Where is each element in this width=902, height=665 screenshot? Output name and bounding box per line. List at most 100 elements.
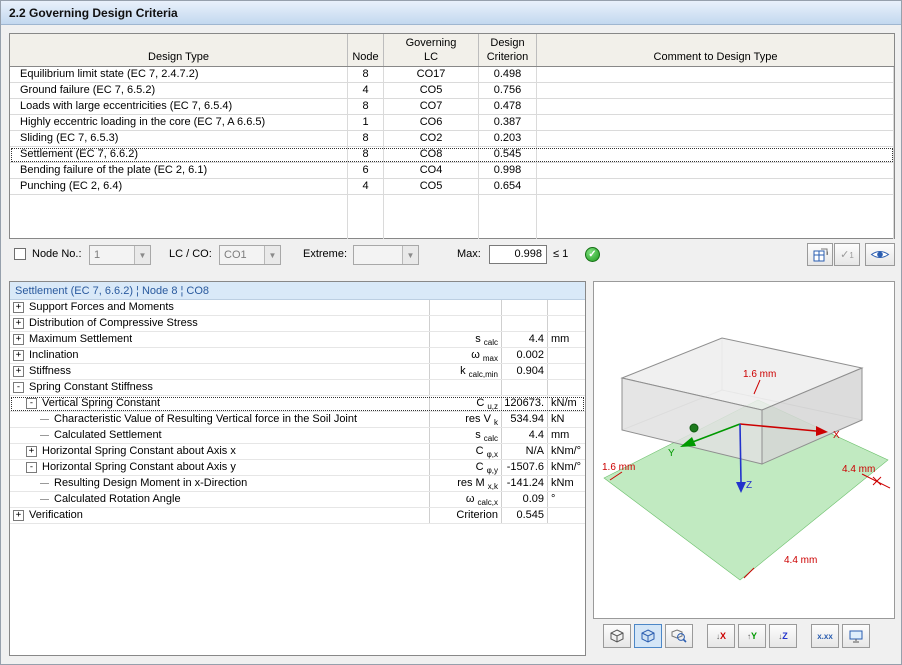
extreme-label: Extreme: <box>303 241 347 268</box>
node-cell: 8 <box>348 147 384 162</box>
expand-icon[interactable]: + <box>13 318 24 329</box>
chevron-down-icon: ▼ <box>264 246 280 264</box>
expand-icon[interactable]: + <box>13 510 24 521</box>
value-cell: 4.4 <box>502 428 548 443</box>
table-row-selected[interactable]: Settlement (EC 7, 6.6.2) 8 CO8 0.545 <box>10 147 894 163</box>
tree-row[interactable]: Calculated Rotation Angle ω calc,x 0.09 … <box>10 492 585 508</box>
tree-label: Spring Constant Stiffness <box>29 380 153 395</box>
tree-row-selected[interactable]: -Vertical Spring Constant C u,z 120673. … <box>10 396 585 412</box>
table-row[interactable]: Bending failure of the plate (EC 2, 6.1)… <box>10 163 894 179</box>
tree-label: Inclination <box>29 348 79 363</box>
dim-top-label: 1.6 mm <box>743 369 776 380</box>
max-value-field[interactable]: 0.998 <box>489 245 547 264</box>
comment-cell <box>537 163 894 178</box>
tree-row[interactable]: Resulting Design Moment in x-Direction r… <box>10 476 585 492</box>
tree-row[interactable]: + Distribution of Compressive Stress <box>10 316 585 332</box>
node-no-checkbox[interactable] <box>14 248 26 260</box>
table-row[interactable]: Punching (EC 2, 6.4) 4 CO5 0.654 <box>10 179 894 195</box>
table-row[interactable]: Ground failure (EC 7, 6.5.2) 4 CO5 0.756 <box>10 83 894 99</box>
value-cell <box>502 380 548 395</box>
comment-cell <box>537 131 894 146</box>
node-cell: 4 <box>348 179 384 194</box>
lc-cell: CO7 <box>384 99 479 114</box>
node-no-select[interactable]: 1 ▼ <box>89 245 151 265</box>
tree-row[interactable]: +Inclination ω max 0.002 <box>10 348 585 364</box>
view-mode-button[interactable] <box>865 243 895 266</box>
lc-cell: CO5 <box>384 83 479 98</box>
header-design-type: Design Type <box>10 34 348 66</box>
design-type-cell: Punching (EC 2, 6.4) <box>10 179 348 194</box>
table-row[interactable]: Sliding (EC 7, 6.5.3) 8 CO2 0.203 <box>10 131 894 147</box>
tree-row[interactable]: +Stiffness k calc,min 0.904 <box>10 364 585 380</box>
comment-cell <box>537 67 894 82</box>
lc-co-label: LC / CO: <box>169 241 212 268</box>
expand-icon[interactable]: + <box>13 366 24 377</box>
criterion-cell: 0.756 <box>479 83 537 98</box>
collapse-icon[interactable]: - <box>13 382 24 393</box>
full-screen-button[interactable] <box>842 624 870 648</box>
tree-row[interactable]: -Spring Constant Stiffness <box>10 380 585 396</box>
node-cell: 8 <box>348 131 384 146</box>
expand-icon[interactable]: + <box>13 302 24 313</box>
find-extreme-button[interactable]: ✓1 <box>834 243 860 266</box>
isometric-view-icon <box>609 628 625 644</box>
tree-label: Calculated Settlement <box>54 428 162 443</box>
tree-row[interactable]: +Horizontal Spring Constant about Axis x… <box>10 444 585 460</box>
window-titlebar: 2.2 Governing Design Criteria <box>1 1 901 25</box>
criterion-cell: 0.478 <box>479 99 537 114</box>
control-bar: Node No.: 1 ▼ LC / CO: CO1 ▼ Extreme: ▼ … <box>9 241 895 268</box>
expand-icon[interactable]: + <box>13 334 24 345</box>
design-type-cell: Highly eccentric loading in the core (EC… <box>10 115 348 130</box>
chevron-down-icon: ▼ <box>402 246 418 264</box>
solid-model-view-button[interactable] <box>634 624 662 648</box>
eye-icon <box>870 248 890 261</box>
details-header: Settlement (EC 7, 6.6.2) ¦ Node 8 ¦ CO8 <box>10 282 585 300</box>
tree-row[interactable]: Calculated Settlement s calc 4.4 mm <box>10 428 585 444</box>
table-filler-row <box>10 195 894 239</box>
tree-branch-line <box>40 499 49 500</box>
x-axis-label: X <box>833 430 840 441</box>
table-header: Design Type Node GoverningLC DesignCrite… <box>10 34 894 67</box>
tree-row[interactable]: Characteristic Value of Resulting Vertic… <box>10 412 585 428</box>
full-screen-icon <box>848 629 864 643</box>
max-limit-label: ≤ 1 <box>553 241 568 268</box>
tree-row[interactable]: +Maximum Settlement s calc 4.4 mm <box>10 332 585 348</box>
tree-row[interactable]: +Verification Criterion 0.545 <box>10 508 585 524</box>
view-in-x-button[interactable]: ↓X <box>707 624 735 648</box>
view-in-minus-y-button[interactable]: ↑Y <box>738 624 766 648</box>
table-row[interactable]: Loads with large eccentricities (EC 7, 6… <box>10 99 894 115</box>
solid-model-view-icon <box>640 628 656 644</box>
tree-label: Distribution of Compressive Stress <box>29 316 198 331</box>
tree-row[interactable]: +Support Forces and Moments <box>10 300 585 316</box>
result-tables-button[interactable] <box>807 243 833 266</box>
symbol-cell: Criterion <box>430 508 502 523</box>
value-cell: 4.4 <box>502 332 548 347</box>
expand-icon[interactable]: + <box>26 446 37 457</box>
design-criteria-table: Design Type Node GoverningLC DesignCrite… <box>9 33 895 239</box>
value-cell: 0.545 <box>502 508 548 523</box>
table-row[interactable]: Equilibrium limit state (EC 7, 2.4.7.2) … <box>10 67 894 83</box>
unit-cell <box>548 348 585 363</box>
table-row[interactable]: Highly eccentric loading in the core (EC… <box>10 115 894 131</box>
isometric-view-button[interactable] <box>603 624 631 648</box>
symbol-cell: C u,z <box>430 396 502 411</box>
zoom-model-button[interactable] <box>665 624 693 648</box>
unit-cell: kN/m <box>548 396 585 411</box>
tree-row[interactable]: -Horizontal Spring Constant about Axis y… <box>10 460 585 476</box>
lc-co-select[interactable]: CO1 ▼ <box>219 245 281 265</box>
value-cell: 0.002 <box>502 348 548 363</box>
symbol-cell <box>430 380 502 395</box>
criterion-cell: 0.203 <box>479 131 537 146</box>
decimal-places-button[interactable]: x.xx <box>811 624 839 648</box>
tree-label: Stiffness <box>29 364 71 379</box>
foundation-3d-view[interactable]: X Y Z 1.6 mm 1.6 mm 4.4 mm 4.4 mm <box>593 281 895 619</box>
expand-icon[interactable]: + <box>13 350 24 361</box>
collapse-icon[interactable]: - <box>26 398 37 409</box>
collapse-icon[interactable]: - <box>26 462 37 473</box>
foundation-3d-scene: X Y Z 1.6 mm 1.6 mm 4.4 mm 4.4 mm <box>594 282 894 618</box>
tree-label: Maximum Settlement <box>29 332 132 347</box>
view-in-z-button[interactable]: ↓Z <box>769 624 797 648</box>
lc-cell: CO17 <box>384 67 479 82</box>
value-cell: 534.94 <box>502 412 548 427</box>
extreme-select[interactable]: ▼ <box>353 245 419 265</box>
